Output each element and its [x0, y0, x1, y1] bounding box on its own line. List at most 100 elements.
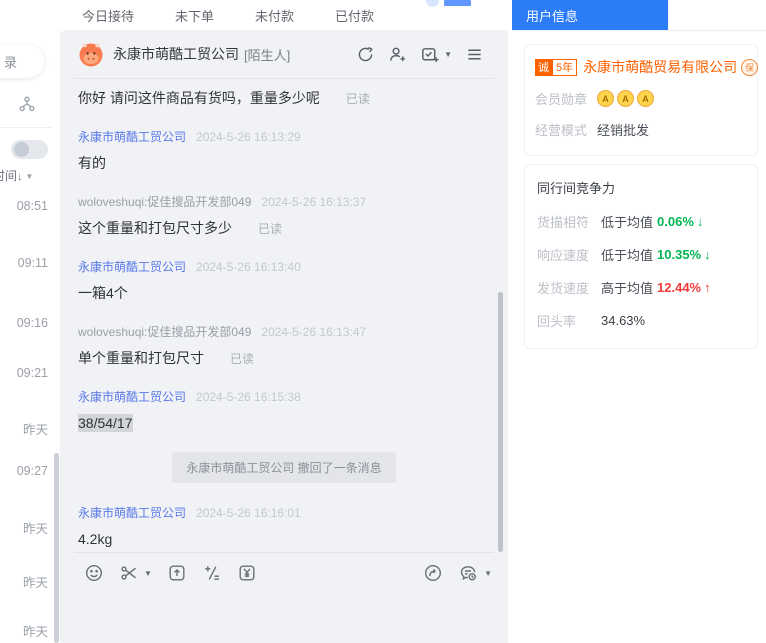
conversation-item-time[interactable]: 昨天	[0, 419, 48, 438]
message-line: 38/54/17	[78, 414, 490, 432]
sender-name: woloveshuqi:促佳搜品开发部049	[78, 195, 252, 209]
message-header: 永康市萌酷工贸公司 2024-5-26 16:13:40	[78, 258, 490, 275]
message-timestamp: 2024-5-26 16:13:37	[261, 195, 367, 209]
stat-row: 响应速度 低于均值 10.35% ↓	[537, 245, 745, 264]
message-list: 你好 请问这件商品有货吗，重量多少呢 已读 永康市萌酷工贸公司 2024-5-26 1…	[60, 79, 508, 548]
sender-name[interactable]: 永康市萌酷工贸公司	[78, 506, 186, 520]
conversation-item-time[interactable]: 昨天	[0, 518, 48, 537]
toolbar-divider	[74, 552, 494, 553]
emoji-icon[interactable]	[84, 563, 104, 583]
sort-label: 时间	[0, 169, 18, 183]
create-task-caret-icon[interactable]: ▼	[444, 50, 452, 59]
message-header: 永康市萌酷工贸公司 2024-5-26 16:15:38	[78, 388, 490, 405]
tab-user-info[interactable]: 用户信息	[512, 0, 668, 30]
message-line: 单个重量和打包尺寸 已读	[78, 349, 490, 367]
conversation-item-time[interactable]: 08:51	[0, 199, 48, 213]
add-contact-icon[interactable]	[388, 45, 407, 64]
filter-toggle-knob	[14, 142, 29, 157]
message-text: 这个重量和打包尺寸多少	[78, 220, 232, 236]
screenshot-scissors-icon[interactable]	[119, 563, 139, 583]
competitiveness-rows: 货描相符 低于均值 0.06% ↓ 响应速度 低于均值 10.35% ↓ 发货速度 高于均值 12.…	[537, 212, 745, 330]
stat-value: 10.35%	[657, 247, 702, 262]
filter-toggle[interactable]	[11, 140, 48, 159]
member-medal-icon: A	[597, 90, 615, 107]
quick-phrase-icon[interactable]	[202, 563, 222, 583]
chat-column: 今日接待 未下单 未付款 已付款 永康市萌酷工贸公司 [陌生人] ▼ 你好 请问…	[60, 0, 508, 643]
create-task-icon[interactable]	[420, 45, 439, 64]
stat-value: 34.63%	[601, 313, 646, 328]
sender-name[interactable]: 永康市萌酷工贸公司	[78, 260, 186, 274]
message-group: 你好 请问这件商品有货吗，重量多少呢 已读	[78, 89, 490, 107]
forward-icon[interactable]	[423, 563, 443, 583]
message-line: 你好 请问这件商品有货吗，重量多少呢 已读	[78, 89, 490, 107]
filter-tab-2[interactable]: 未付款	[255, 6, 294, 25]
chat-scrollbar[interactable]	[498, 292, 503, 552]
company-title-row: 诚 5年 永康市萌酷贸易有限公司 保	[535, 57, 759, 77]
message-timestamp: 2024-5-26 16:15:38	[196, 390, 301, 404]
message-line: 4.2kg	[78, 530, 490, 548]
sort-direction-icon: ↓	[17, 171, 23, 183]
upload-file-icon[interactable]	[167, 563, 187, 583]
chat-header: 永康市萌酷工贸公司 [陌生人] ▼	[60, 30, 508, 78]
menu-icon[interactable]	[465, 45, 484, 64]
stat-arrow-icon: ↓	[696, 214, 704, 229]
years-badge: 5年	[552, 58, 578, 76]
conversation-list-edge: 录 时间↓▼ 08:5109:1109:1609:21昨天09:27昨天昨天昨天	[0, 0, 61, 643]
conversation-item-time[interactable]: 09:16	[0, 316, 48, 330]
stat-arrow-icon: ↑	[704, 280, 711, 295]
sort-by-time[interactable]: 时间↓▼	[0, 167, 33, 184]
stat-row: 回头率 34.63%	[537, 311, 745, 330]
user-info-panel: 用户信息 诚 5年 永康市萌酷贸易有限公司 保 会员勋章 AAA 经营模式 经销…	[512, 0, 766, 643]
conversation-list-scrollbar[interactable]	[54, 453, 59, 643]
panel-header-row: 用户信息	[512, 0, 766, 31]
sender-name[interactable]: 永康市萌酷工贸公司	[78, 130, 186, 144]
company-card: 诚 5年 永康市萌酷贸易有限公司 保 会员勋章 AAA 经营模式 经销批发	[524, 44, 759, 156]
message-toolbar: ▼ ▼	[84, 557, 492, 589]
message-header: woloveshuqi:促佳搜品开发部049 2024-5-26 16:13:47	[78, 323, 490, 340]
message-group: 永康市萌酷工贸公司 2024-5-26 16:13:40 一箱4个	[78, 258, 490, 302]
filter-tab-1[interactable]: 未下单	[175, 6, 214, 25]
org-structure-icon[interactable]	[19, 96, 35, 112]
message-timestamp: 2024-5-26 16:16:01	[196, 506, 301, 520]
refresh-icon[interactable]	[356, 45, 375, 64]
stat-row: 发货速度 高于均值 12.44% ↑	[537, 278, 745, 297]
partial-header-avatar	[426, 0, 439, 7]
message-text: 你好 请问这件商品有货吗，重量多少呢	[78, 90, 320, 106]
transaction-icon[interactable]	[237, 563, 257, 583]
toolbar-right-icons: ▼	[423, 563, 492, 583]
sender-name[interactable]: 永康市萌酷工贸公司	[78, 390, 186, 404]
bao-guarantee-icon: 保	[741, 58, 759, 76]
screenshot-caret-icon[interactable]: ▼	[144, 569, 152, 578]
mode-label: 经营模式	[535, 123, 588, 138]
message-timestamp: 2024-5-26 16:13:47	[261, 325, 367, 339]
chat-history-caret-icon[interactable]: ▼	[484, 569, 492, 578]
chat-header-icons: ▼	[356, 45, 484, 64]
conversation-item-time[interactable]: 昨天	[0, 621, 48, 640]
message-group: 永康市萌酷工贸公司 2024-5-26 16:15:38 38/54/17	[78, 388, 490, 432]
conversation-item-time[interactable]: 09:27	[0, 464, 48, 478]
read-status: 已读	[230, 352, 255, 366]
filter-tab-0[interactable]: 今日接待	[82, 6, 134, 25]
tab-user-info-label: 用户信息	[526, 8, 579, 24]
contact-avatar	[79, 43, 103, 67]
message-line: 这个重量和打包尺寸多少 已读	[78, 219, 490, 237]
stat-value: 12.44%	[657, 280, 702, 295]
stat-label: 发货速度	[537, 281, 590, 296]
competitiveness-card: 同行间竞争力 货描相符 低于均值 0.06% ↓ 响应速度 低于均值 10.35% ↓ 发货速度…	[524, 164, 758, 349]
chat-history-icon[interactable]	[458, 563, 478, 583]
filter-tab-3[interactable]: 已付款	[335, 6, 374, 25]
cheng-badge: 诚	[535, 58, 552, 76]
stat-prefix: 高于均值	[601, 281, 654, 296]
company-name-link[interactable]: 永康市萌酷贸易有限公司	[583, 57, 737, 77]
stat-label: 货描相符	[537, 215, 590, 230]
conversation-item-time[interactable]: 09:11	[0, 256, 48, 270]
sidebar-divider	[0, 127, 52, 128]
conversation-item-time[interactable]: 09:21	[0, 366, 48, 380]
mode-row: 经营模式 经销批发	[535, 120, 747, 139]
chat-panel: 永康市萌酷工贸公司 [陌生人] ▼ 你好 请问这件商品有货吗，重量多少呢 已读 …	[60, 30, 508, 643]
chat-record-pill[interactable]: 录	[0, 45, 44, 78]
message-header: 永康市萌酷工贸公司 2024-5-26 16:16:01	[78, 504, 490, 521]
member-medal-icon: A	[637, 90, 655, 107]
stat-prefix: 低于均值	[601, 248, 654, 263]
conversation-item-time[interactable]: 昨天	[0, 572, 48, 591]
